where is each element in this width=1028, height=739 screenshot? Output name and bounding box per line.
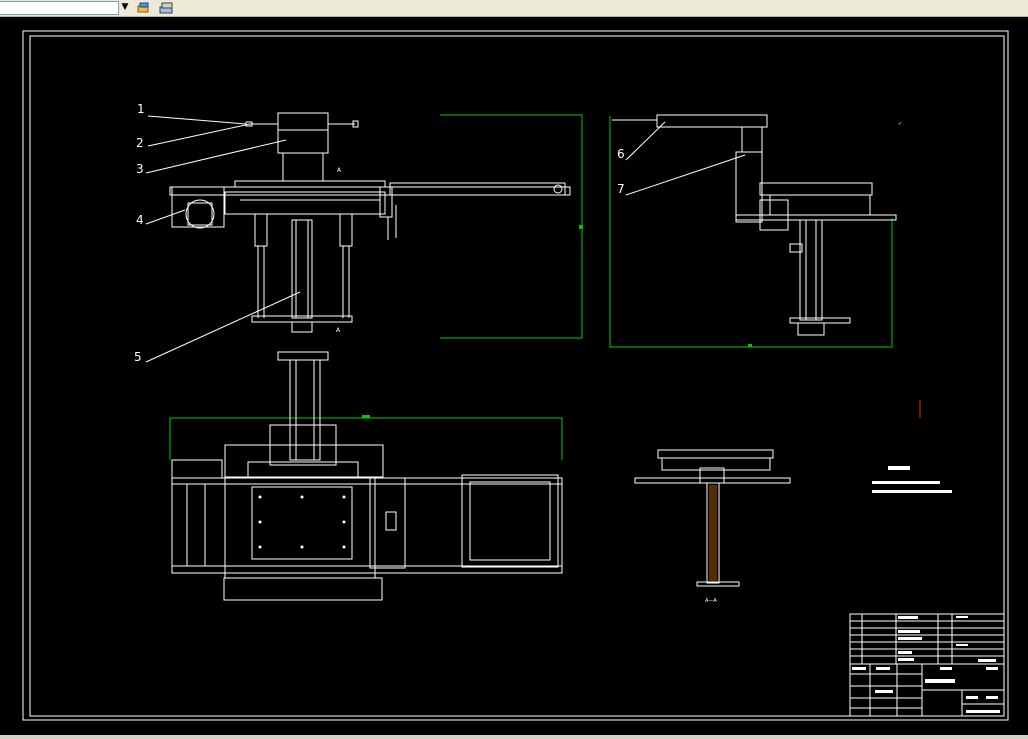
- chevron-down-icon[interactable]: ▼: [119, 0, 131, 14]
- drawing-sheet: 1 2 3 4 5 6 7 A A ✓ A—A: [22, 30, 1009, 721]
- notes-title: [888, 466, 910, 470]
- front-view-frame: [440, 114, 583, 339]
- side-view-frame: [609, 116, 893, 348]
- balloon-labels: 1 2 3 4 5 6 7: [134, 102, 625, 364]
- balloon-7: 7: [617, 182, 625, 196]
- section-mark-a: A: [337, 167, 342, 174]
- section-label: A—A: [705, 598, 717, 604]
- balloon-4: 4: [136, 213, 144, 227]
- section-mark-a-lower: A: [336, 327, 341, 334]
- roughness-note: ✓: [898, 121, 902, 127]
- balloon-2: 2: [136, 136, 144, 150]
- layer-dropdown[interactable]: [0, 1, 119, 15]
- balloon-6: 6: [617, 147, 625, 161]
- front-view: [169, 112, 571, 333]
- plan-holes: [258, 495, 346, 549]
- drawing-canvas[interactable]: 1 2 3 4 5 6 7 A A ✓ A—A: [0, 18, 1028, 739]
- side-view: [612, 114, 897, 336]
- balloon-5: 5: [134, 350, 142, 364]
- status-bar-edge: [0, 735, 1028, 739]
- note-line-1: [872, 481, 940, 484]
- balloon-leaders: [145, 115, 746, 363]
- outer-border: [22, 30, 1009, 721]
- layer-state-icon[interactable]: [136, 0, 152, 14]
- balloon-3: 3: [136, 162, 144, 176]
- plan-view-dimension: [169, 417, 563, 460]
- layer-properties-icon[interactable]: [158, 0, 174, 14]
- frame-grip: [579, 225, 583, 229]
- title-block: [849, 613, 1005, 717]
- balloon-1: 1: [137, 102, 145, 116]
- note-line-2: [872, 490, 952, 493]
- cad-toolbar: ▼: [0, 0, 1028, 17]
- plan-view: [171, 351, 563, 601]
